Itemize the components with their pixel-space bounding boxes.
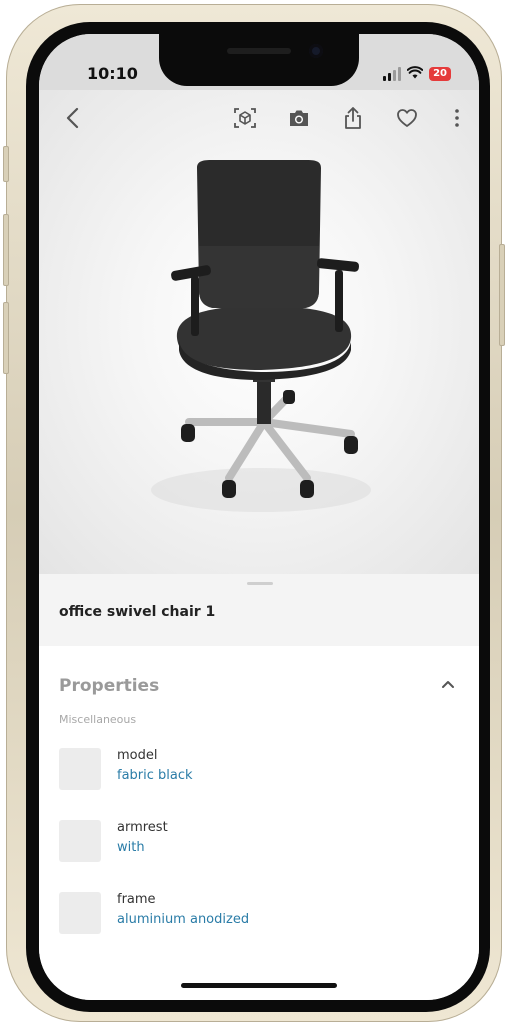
ar-view-icon bbox=[234, 108, 256, 128]
cellular-signal-icon bbox=[383, 66, 402, 81]
property-label: armrest bbox=[117, 820, 168, 835]
property-thumbnail bbox=[59, 748, 101, 790]
property-thumbnail bbox=[59, 820, 101, 862]
camera-icon bbox=[290, 110, 308, 126]
status-icons: 20 bbox=[383, 64, 451, 83]
notch bbox=[159, 34, 359, 86]
share-icon bbox=[345, 107, 361, 129]
chevron-up-icon[interactable] bbox=[441, 680, 455, 689]
battery-indicator: 20 bbox=[429, 66, 451, 81]
volume-up-button bbox=[3, 214, 9, 286]
properties-title: Properties bbox=[59, 676, 160, 696]
share-button[interactable] bbox=[335, 100, 371, 136]
back-chevron-icon bbox=[66, 107, 79, 129]
property-row-armrest[interactable]: armrest with bbox=[39, 816, 479, 888]
camera-button[interactable] bbox=[281, 100, 317, 136]
property-value[interactable]: with bbox=[117, 840, 145, 855]
back-button[interactable] bbox=[55, 100, 91, 136]
properties-section-header[interactable]: Properties bbox=[39, 646, 479, 706]
property-value[interactable]: fabric black bbox=[117, 768, 193, 783]
sheet-drag-handle[interactable] bbox=[247, 582, 273, 585]
details-sheet: office swivel chair 1 Properties Miscell… bbox=[39, 574, 479, 1000]
speaker bbox=[227, 48, 291, 54]
wifi-icon bbox=[406, 64, 424, 83]
property-label: frame bbox=[117, 892, 156, 907]
favorite-heart-icon bbox=[397, 109, 417, 127]
volume-down-button bbox=[3, 302, 9, 374]
screen: 10:10 20 office swivel chair 1 Propertie… bbox=[39, 34, 479, 1000]
power-button bbox=[499, 244, 505, 346]
property-row-model[interactable]: model fabric black bbox=[39, 744, 479, 816]
home-indicator[interactable] bbox=[181, 983, 337, 988]
property-thumbnail bbox=[59, 892, 101, 934]
property-row-frame[interactable]: frame aluminium anodized bbox=[39, 888, 479, 960]
favorite-button[interactable] bbox=[389, 100, 425, 136]
product-title: office swivel chair 1 bbox=[59, 604, 216, 620]
phone-frame: 10:10 20 office swivel chair 1 Propertie… bbox=[3, 4, 505, 1022]
properties-group-label: Miscellaneous bbox=[59, 713, 137, 726]
status-time: 10:10 bbox=[87, 64, 138, 83]
3d-viewer[interactable] bbox=[39, 90, 479, 574]
office-chair-3d-model[interactable] bbox=[139, 160, 379, 540]
more-options-button[interactable] bbox=[439, 100, 475, 136]
front-camera bbox=[309, 44, 323, 58]
ringer-switch bbox=[3, 146, 9, 182]
sheet-header: office swivel chair 1 bbox=[39, 574, 479, 646]
property-label: model bbox=[117, 748, 158, 763]
property-value[interactable]: aluminium anodized bbox=[117, 912, 249, 927]
more-options-icon bbox=[455, 109, 459, 127]
ar-view-button[interactable] bbox=[227, 100, 263, 136]
top-toolbar bbox=[39, 100, 479, 140]
